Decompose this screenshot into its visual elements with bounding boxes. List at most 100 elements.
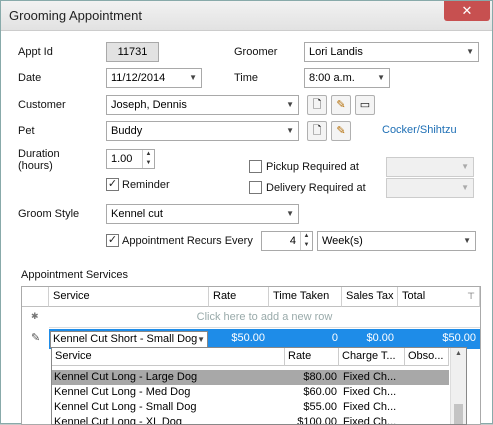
new-pet-icon[interactable]: 🗋 bbox=[307, 121, 327, 141]
chevron-down-icon[interactable]: ▼ bbox=[197, 332, 205, 347]
edit-pet-icon[interactable]: ✎ bbox=[331, 121, 351, 141]
chevron-down-icon[interactable]: ▼ bbox=[286, 205, 294, 223]
scroll-thumb[interactable] bbox=[454, 404, 463, 424]
service-dropdown-popup: Service Rate Charge T... Obso... Kennel … bbox=[51, 347, 467, 425]
spin-up-icon[interactable]: ▲ bbox=[304, 233, 310, 239]
services-section-label: Appointment Services bbox=[21, 269, 128, 281]
appt-id-field: 11731 bbox=[106, 42, 159, 62]
dropdown-scrollbar[interactable]: ▲ bbox=[450, 348, 466, 424]
groomer-label: Groomer bbox=[234, 46, 278, 58]
close-button[interactable]: ✕ bbox=[444, 1, 490, 21]
chevron-down-icon[interactable]: ▼ bbox=[286, 96, 294, 114]
reminder-checkbox[interactable]: ✓ bbox=[106, 178, 119, 191]
dd-col-service[interactable]: Service bbox=[52, 348, 285, 366]
col-time-taken-header[interactable]: Time Taken bbox=[269, 287, 342, 307]
duration-value: 1.00 bbox=[111, 153, 133, 165]
title-bar: Grooming Appointment ✕ bbox=[1, 1, 492, 31]
dd-col-obsolete[interactable]: Obso... bbox=[405, 348, 449, 366]
reminder-label: Reminder bbox=[122, 179, 170, 191]
chevron-down-icon[interactable]: ▼ bbox=[466, 43, 474, 61]
customer-card-icon[interactable]: ▭ bbox=[355, 95, 375, 115]
duration-label: Duration bbox=[18, 148, 60, 160]
list-item[interactable]: Kennel Cut Long - Small Dog $55.00 Fixed… bbox=[52, 400, 449, 415]
groomer-value: Lori Landis bbox=[309, 46, 363, 58]
scroll-up-icon[interactable]: ▲ bbox=[455, 350, 462, 357]
list-item[interactable]: Kennel Cut Long - Large Dog $80.00 Fixed… bbox=[52, 370, 449, 385]
chevron-down-icon[interactable]: ▼ bbox=[286, 122, 294, 140]
customer-select[interactable]: Joseph, Dennis ▼ bbox=[106, 95, 299, 115]
recurs-unit-value: Week(s) bbox=[322, 235, 363, 247]
col-service-header[interactable]: Service bbox=[49, 287, 209, 307]
recurs-label: Appointment Recurs Every bbox=[122, 235, 253, 247]
pickup-time-select: ▼ bbox=[386, 157, 474, 177]
edit-customer-icon[interactable]: ✎ bbox=[331, 95, 351, 115]
duration-spin[interactable]: ▲ ▼ bbox=[142, 150, 154, 168]
dd-service: Kennel Cut Long - Small Dog bbox=[54, 401, 197, 413]
col-rate-header[interactable]: Rate bbox=[209, 287, 269, 307]
appt-id-label: Appt Id bbox=[18, 46, 53, 58]
dd-rate: $60.00 bbox=[303, 386, 337, 398]
dd-charge: Fixed Ch... bbox=[343, 371, 397, 383]
col-sales-tax-header[interactable]: Sales Tax bbox=[342, 287, 398, 307]
dd-rate: $80.00 bbox=[303, 371, 337, 383]
date-picker[interactable]: 11/12/2014 ▼ bbox=[106, 68, 202, 88]
duration-stepper[interactable]: 1.00 ▲ ▼ bbox=[106, 149, 155, 169]
groom-style-value: Kennel cut bbox=[111, 208, 163, 220]
recurs-count-value: 4 bbox=[289, 235, 296, 247]
duration-unit-label: (hours) bbox=[18, 160, 53, 172]
dd-charge: Fixed Ch... bbox=[343, 401, 397, 413]
pickup-checkbox[interactable] bbox=[249, 160, 262, 173]
col-total-label: Total bbox=[402, 290, 426, 302]
pet-breed-link[interactable]: Cocker/Shihtzu bbox=[382, 124, 457, 136]
list-item[interactable]: Kennel Cut Long - Med Dog $60.00 Fixed C… bbox=[52, 385, 449, 400]
row-total[interactable]: $50.00 bbox=[398, 329, 480, 349]
pet-select[interactable]: Buddy ▼ bbox=[106, 121, 299, 141]
pet-value: Buddy bbox=[111, 125, 143, 137]
recurs-checkbox[interactable]: ✓ bbox=[106, 234, 119, 247]
dd-service: Kennel Cut Long - Med Dog bbox=[54, 386, 191, 398]
customer-value: Joseph, Dennis bbox=[111, 99, 187, 111]
row-time-taken[interactable]: 0 bbox=[269, 329, 342, 349]
dd-rate: $55.00 bbox=[303, 401, 337, 413]
chevron-down-icon[interactable]: ▼ bbox=[463, 232, 471, 250]
recurs-unit-select[interactable]: Week(s) ▼ bbox=[317, 231, 476, 251]
delivery-checkbox[interactable] bbox=[249, 181, 262, 194]
delivery-time-select: ▼ bbox=[386, 178, 474, 198]
time-select[interactable]: 8:00 a.m. ▼ bbox=[304, 68, 390, 88]
delivery-label: Delivery Required at bbox=[266, 182, 366, 194]
chevron-down-icon[interactable]: ▼ bbox=[377, 69, 385, 87]
chevron-down-icon[interactable]: ▼ bbox=[189, 69, 197, 87]
groom-style-select[interactable]: Kennel cut ▼ bbox=[106, 204, 299, 224]
time-value: 8:00 a.m. bbox=[309, 72, 355, 84]
customer-label: Customer bbox=[18, 99, 66, 111]
row-sales-tax[interactable]: $0.00 bbox=[342, 329, 398, 349]
date-value: 11/12/2014 bbox=[111, 72, 166, 84]
pet-label: Pet bbox=[18, 125, 35, 137]
window-title: Grooming Appointment bbox=[9, 8, 142, 23]
dd-charge: Fixed Ch... bbox=[343, 386, 397, 398]
grooming-appointment-window: Grooming Appointment ✕ Appt Id 11731 Gro… bbox=[0, 0, 493, 425]
spin-up-icon[interactable]: ▲ bbox=[146, 151, 152, 157]
new-customer-icon[interactable]: 🗋 bbox=[307, 95, 327, 115]
spin-down-icon[interactable]: ▼ bbox=[304, 242, 310, 248]
spin-down-icon[interactable]: ▼ bbox=[146, 160, 152, 166]
recurs-spin[interactable]: ▲ ▼ bbox=[300, 232, 312, 250]
dd-service: Kennel Cut Long - Large Dog bbox=[54, 371, 198, 383]
pickup-label: Pickup Required at bbox=[266, 161, 359, 173]
groomer-select[interactable]: Lori Landis ▼ bbox=[304, 42, 479, 62]
edit-row-marker-icon: ✎ bbox=[31, 332, 41, 344]
row-rate[interactable]: $50.00 bbox=[209, 329, 269, 349]
recurs-count-stepper[interactable]: 4 ▲ ▼ bbox=[261, 231, 313, 251]
row-indicator-header bbox=[22, 287, 49, 307]
dd-col-charge[interactable]: Charge T... bbox=[339, 348, 405, 366]
groom-style-label: Groom Style bbox=[18, 208, 80, 220]
chevron-down-icon: ▼ bbox=[461, 183, 469, 192]
col-total-header[interactable]: Total ⊤ bbox=[398, 287, 480, 307]
row-service-editor[interactable]: Kennel Cut Short - Small Dog ▼ bbox=[50, 331, 208, 348]
add-new-row[interactable]: Click here to add a new row bbox=[49, 308, 480, 328]
chevron-down-icon: ▼ bbox=[461, 162, 469, 171]
row-service-value: Kennel Cut Short - Small Dog bbox=[53, 333, 198, 345]
filter-icon[interactable]: ⊤ bbox=[467, 287, 475, 306]
time-label: Time bbox=[234, 72, 259, 84]
dd-col-rate[interactable]: Rate bbox=[285, 348, 339, 366]
